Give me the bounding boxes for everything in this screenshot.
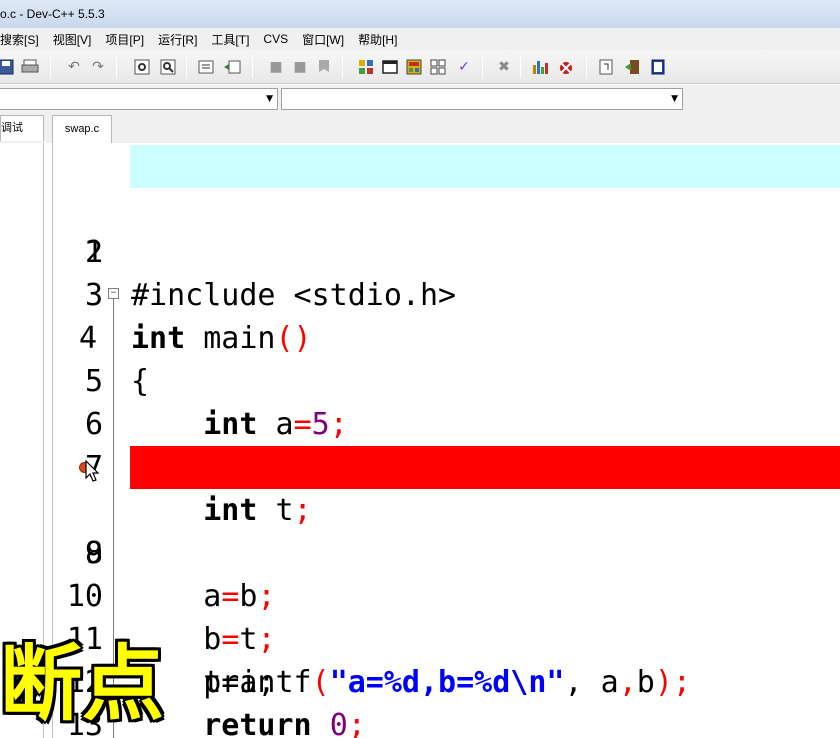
- menu-cvs[interactable]: CVS: [256, 32, 295, 46]
- code-line[interactable]: 10 b=t;: [53, 532, 840, 657]
- current-line-highlight: [130, 145, 840, 188]
- code-line[interactable]: 6 int b=6;: [53, 360, 840, 485]
- undo-icon[interactable]: ↶: [64, 57, 84, 77]
- save-icon[interactable]: [0, 57, 16, 77]
- caption-overlay: 断点: [0, 637, 165, 732]
- code-line[interactable]: 7 int t;: [53, 403, 840, 528]
- check-syntax-icon[interactable]: ✓: [454, 57, 474, 77]
- search-icon[interactable]: [132, 57, 152, 77]
- menu-search[interactable]: 搜索[S]: [0, 31, 46, 48]
- breakpoint-code-line[interactable]: 8 t=a;: [53, 446, 840, 700]
- compile-run-icon[interactable]: [404, 57, 424, 77]
- menu-run[interactable]: 运行[R]: [151, 31, 204, 48]
- stop-icon[interactable]: ✖: [494, 57, 514, 77]
- rebuild-icon[interactable]: [428, 57, 448, 77]
- tab-debug-label: 调试: [1, 122, 23, 134]
- print-icon[interactable]: [20, 57, 40, 77]
- mouse-cursor-icon: [85, 460, 100, 482]
- chevron-down-icon[interactable]: ▼: [266, 89, 273, 109]
- tab-row: 调试 swap.c: [0, 113, 840, 143]
- code-line[interactable]: 11 printf("a=%d,b=%d\n", a,b);: [53, 575, 840, 700]
- tab-file[interactable]: swap.c: [52, 115, 112, 143]
- code-line[interactable]: 3 int main(): [53, 231, 840, 356]
- replace-icon[interactable]: [158, 57, 178, 77]
- indent-icon[interactable]: [196, 57, 216, 77]
- code-line[interactable]: 2: [53, 188, 840, 270]
- goto-bookmark-icon[interactable]: ■: [290, 57, 310, 77]
- code-line[interactable]: 4 {: [53, 274, 840, 399]
- compile-icon[interactable]: [356, 57, 376, 77]
- window-title: o.c - Dev-C++ 5.5.3: [0, 7, 105, 21]
- exit-icon[interactable]: [622, 57, 642, 77]
- member-combo[interactable]: ▼: [281, 88, 683, 110]
- chart-icon[interactable]: [530, 57, 550, 77]
- new-file-icon[interactable]: [596, 57, 616, 77]
- menu-window[interactable]: 窗口[W]: [295, 31, 351, 48]
- menu-bar: 搜索[S] 视图[V] 项目[P] 运行[R] 工具[T] CVS 窗口[W] …: [0, 28, 840, 50]
- toolbar: ↶ ↷ ■ ■ ✓ ✖: [0, 50, 840, 84]
- toggle-bookmark-icon[interactable]: ■: [266, 57, 286, 77]
- breakpoint-highlight: [130, 446, 840, 489]
- chevron-down-icon[interactable]: ▼: [671, 89, 678, 109]
- tab-debug[interactable]: 调试: [0, 115, 44, 141]
- menu-tools[interactable]: 工具[T]: [204, 31, 256, 48]
- code-line[interactable]: 9 a=b;: [53, 489, 840, 614]
- menu-help[interactable]: 帮助[H]: [351, 31, 404, 48]
- code-line[interactable]: 5 int a=5;: [53, 317, 840, 442]
- unindent-icon[interactable]: [222, 57, 242, 77]
- tab-file-label: swap.c: [64, 123, 100, 135]
- about-icon[interactable]: [648, 57, 668, 77]
- redo-icon[interactable]: ↷: [88, 57, 108, 77]
- menu-view[interactable]: 视图[V]: [46, 31, 99, 48]
- comment-icon[interactable]: [314, 57, 334, 77]
- class-browser-combo-row: ▼ ▼: [0, 85, 840, 113]
- run-icon[interactable]: [380, 57, 400, 77]
- class-combo[interactable]: ▼: [0, 88, 278, 110]
- debug-icon[interactable]: [556, 57, 576, 77]
- menu-project[interactable]: 项目[P]: [98, 31, 151, 48]
- code-line[interactable]: 1 #include <stdio.h>: [53, 145, 840, 313]
- title-bar: o.c - Dev-C++ 5.5.3: [0, 0, 840, 28]
